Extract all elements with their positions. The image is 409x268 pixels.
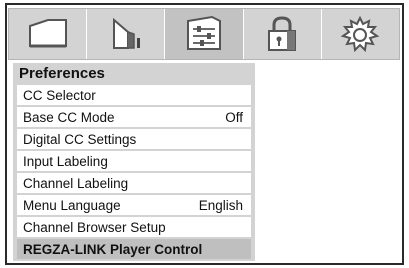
menu-item-channel-labeling[interactable]: Channel Labeling (17, 173, 251, 193)
preferences-panel: Preferences CC Selector Base CC Mode Off… (13, 63, 255, 261)
menu-item-label: Menu Language (23, 197, 121, 213)
menu-item-menu-language[interactable]: Menu Language English (17, 195, 251, 215)
menu-item-digital-cc-settings[interactable]: Digital CC Settings (17, 129, 251, 149)
menu-tab-picture[interactable] (9, 9, 88, 59)
menu-item-channel-browser-setup[interactable]: Channel Browser Setup (17, 217, 251, 237)
picture-icon (28, 19, 67, 48)
menu-item-label: CC Selector (23, 87, 96, 103)
menu-tab-preferences[interactable] (165, 9, 244, 59)
menu-tab-sound[interactable] (87, 9, 166, 59)
menu-tab-lock[interactable] (244, 9, 322, 59)
menu-item-regza-link-player-control[interactable]: REGZA-LINK Player Control (17, 239, 251, 259)
menu-item-label: Channel Labeling (23, 175, 129, 191)
menu-tab-setup[interactable] (322, 9, 399, 59)
menu-item-label: REGZA-LINK Player Control (23, 241, 203, 257)
menu-item-value: English (198, 197, 243, 213)
menu-icon-bar (8, 8, 400, 60)
setup-icon (341, 15, 380, 53)
sound-icon (112, 17, 140, 49)
menu-item-input-labeling[interactable]: Input Labeling (17, 151, 251, 171)
menu-item-label: Channel Browser Setup (23, 219, 166, 235)
preferences-icon (187, 15, 221, 50)
menu-item-cc-selector[interactable]: CC Selector (17, 85, 251, 105)
lock-icon (268, 16, 297, 51)
menu-item-label: Digital CC Settings (23, 131, 137, 147)
panel-title: Preferences (19, 65, 105, 82)
menu-item-label: Input Labeling (23, 153, 108, 169)
menu-item-label: Base CC Mode (23, 109, 115, 125)
menu-item-value: Off (225, 109, 243, 125)
menu-item-base-cc-mode[interactable]: Base CC Mode Off (17, 107, 251, 127)
